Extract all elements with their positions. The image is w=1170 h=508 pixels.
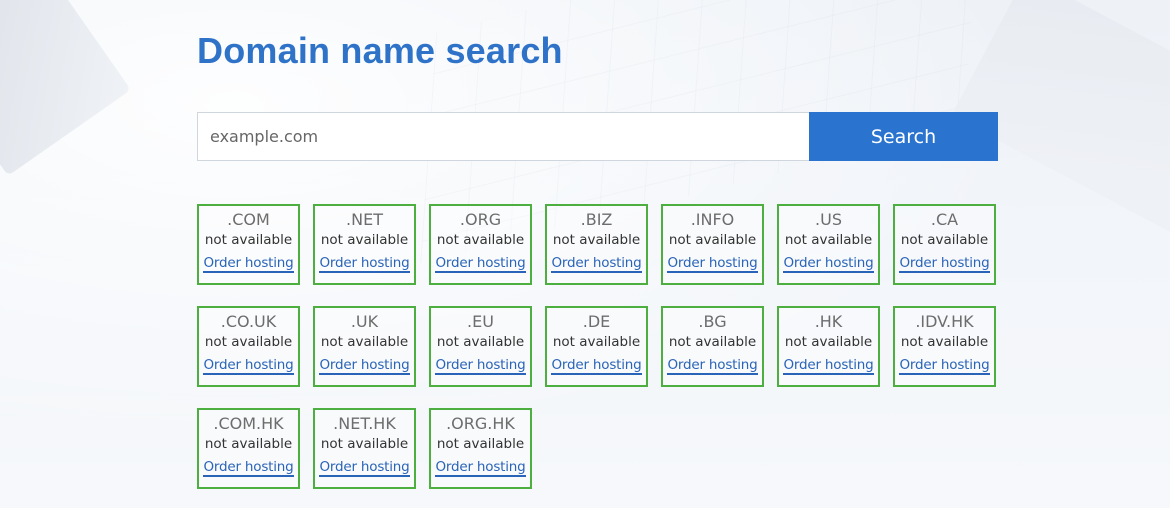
domain-availability-status: not available: [552, 334, 641, 350]
domain-result-card: .UK not available Order hosting: [313, 306, 416, 387]
domain-result-card: .EU not available Order hosting: [429, 306, 532, 387]
domain-tld-label: .NET.HK: [333, 414, 396, 433]
order-hosting-link[interactable]: Order hosting: [319, 255, 410, 273]
order-hosting-link[interactable]: Order hosting: [319, 459, 410, 477]
domain-tld-label: .ORG: [459, 210, 502, 229]
domain-result-card: .ORG.HK not available Order hosting: [429, 408, 532, 489]
order-hosting-link[interactable]: Order hosting: [783, 357, 874, 375]
order-hosting-link[interactable]: Order hosting: [203, 357, 294, 375]
domain-result-card: .CA not available Order hosting: [893, 204, 996, 285]
order-hosting-link[interactable]: Order hosting: [551, 357, 642, 375]
domain-result-card: .COM not available Order hosting: [197, 204, 300, 285]
domain-availability-status: not available: [668, 232, 757, 248]
domain-result-card: .HK not available Order hosting: [777, 306, 880, 387]
domain-availability-status: not available: [436, 232, 525, 248]
domain-result-card: .BIZ not available Order hosting: [545, 204, 648, 285]
order-hosting-link[interactable]: Order hosting: [319, 357, 410, 375]
domain-result-card: .DE not available Order hosting: [545, 306, 648, 387]
order-hosting-link[interactable]: Order hosting: [435, 255, 526, 273]
domain-availability-status: not available: [320, 232, 409, 248]
domain-tld-label: .DE: [582, 312, 611, 331]
search-button[interactable]: Search: [809, 112, 998, 161]
domain-result-card: .NET.HK not available Order hosting: [313, 408, 416, 489]
order-hosting-link[interactable]: Order hosting: [899, 255, 990, 273]
domain-tld-label: .COM: [227, 210, 270, 229]
domain-availability-status: not available: [436, 334, 525, 350]
domain-result-card: .IDV.HK not available Order hosting: [893, 306, 996, 387]
domain-availability-status: not available: [204, 334, 293, 350]
domain-tld-label: .BG: [698, 312, 727, 331]
order-hosting-link[interactable]: Order hosting: [203, 459, 294, 477]
order-hosting-link[interactable]: Order hosting: [551, 255, 642, 273]
domain-availability-status: not available: [784, 334, 873, 350]
domain-tld-label: .BIZ: [580, 210, 613, 229]
domain-tld-label: .IDV.HK: [915, 312, 974, 331]
order-hosting-link[interactable]: Order hosting: [783, 255, 874, 273]
domain-result-card: .CO.UK not available Order hosting: [197, 306, 300, 387]
domain-availability-status: not available: [900, 334, 989, 350]
domain-result-card: .COM.HK not available Order hosting: [197, 408, 300, 489]
domain-availability-status: not available: [320, 436, 409, 452]
order-hosting-link[interactable]: Order hosting: [435, 357, 526, 375]
domain-tld-label: .CO.UK: [220, 312, 277, 331]
domain-tld-label: .UK: [350, 312, 379, 331]
domain-result-card: .US not available Order hosting: [777, 204, 880, 285]
domain-tld-label: .CA: [930, 210, 959, 229]
domain-result-card: .NET not available Order hosting: [313, 204, 416, 285]
domain-tld-label: .COM.HK: [213, 414, 284, 433]
domain-search-form: Search: [197, 112, 998, 161]
domain-tld-label: .US: [815, 210, 842, 229]
order-hosting-link[interactable]: Order hosting: [667, 357, 758, 375]
domain-availability-status: not available: [436, 436, 525, 452]
order-hosting-link[interactable]: Order hosting: [435, 459, 526, 477]
domain-tld-label: .EU: [467, 312, 494, 331]
domain-tld-label: .HK: [814, 312, 843, 331]
domain-result-card: .BG not available Order hosting: [661, 306, 764, 387]
domain-results-grid: .COM not available Order hosting .NET not av…: [197, 204, 999, 489]
domain-availability-status: not available: [552, 232, 641, 248]
domain-availability-status: not available: [320, 334, 409, 350]
domain-availability-status: not available: [668, 334, 757, 350]
background-laptop-shape: [0, 0, 131, 176]
page-title: Domain name search: [197, 30, 563, 71]
domain-availability-status: not available: [204, 232, 293, 248]
domain-tld-label: .NET: [346, 210, 383, 229]
order-hosting-link[interactable]: Order hosting: [899, 357, 990, 375]
domain-availability-status: not available: [204, 436, 293, 452]
order-hosting-link[interactable]: Order hosting: [203, 255, 294, 273]
domain-availability-status: not available: [784, 232, 873, 248]
domain-result-card: .INFO not available Order hosting: [661, 204, 764, 285]
order-hosting-link[interactable]: Order hosting: [667, 255, 758, 273]
domain-result-card: .ORG not available Order hosting: [429, 204, 532, 285]
domain-tld-label: .ORG.HK: [446, 414, 515, 433]
domain-tld-label: .INFO: [690, 210, 735, 229]
domain-search-input[interactable]: [197, 112, 809, 161]
domain-availability-status: not available: [900, 232, 989, 248]
